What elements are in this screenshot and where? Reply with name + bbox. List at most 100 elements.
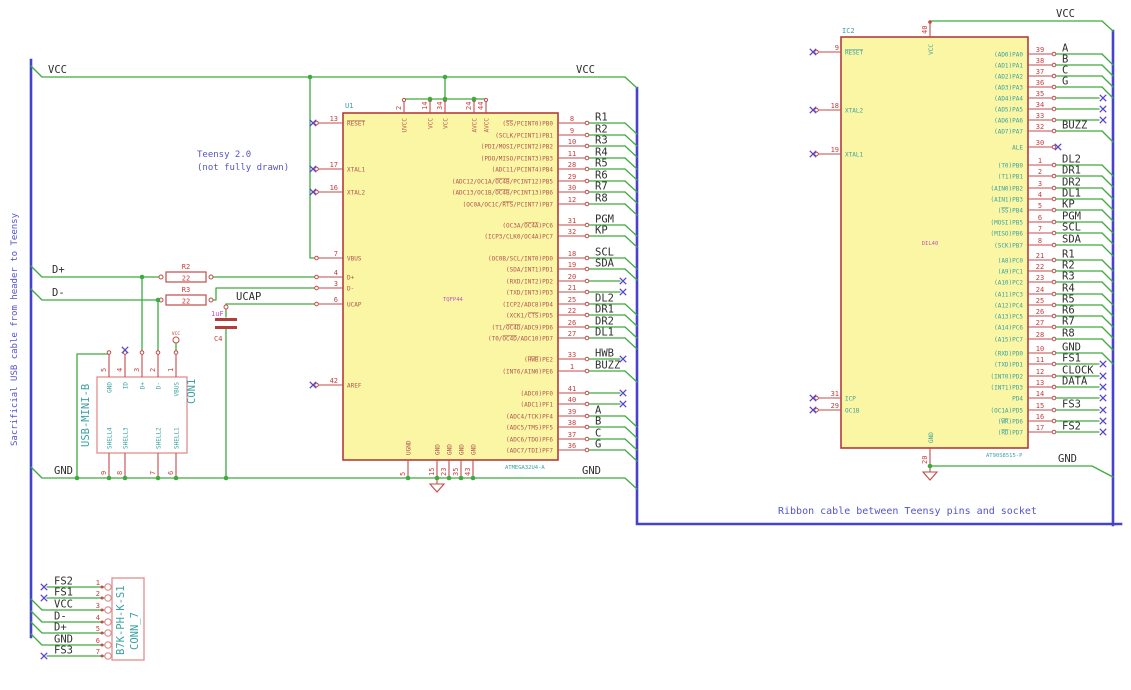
net-label[interactable]: FS3 [1062,399,1081,411]
net-label[interactable]: FS2 [1062,421,1081,433]
pin-end [1051,279,1057,285]
component-ref[interactable]: CON1 [186,379,198,404]
net-label[interactable]: GND [582,465,601,477]
bus-entry [1101,315,1114,328]
net-label[interactable]: KP [1062,199,1075,211]
net-label[interactable]: SCL [1062,222,1081,234]
pin-number: 3 [334,280,338,288]
net-label[interactable]: FS3 [54,645,73,657]
pin-name: RESET [347,121,365,128]
net-label[interactable]: R8 [1062,328,1075,340]
pin-number: 23 [1036,274,1044,282]
net-label[interactable]: FS1 [1062,353,1081,365]
pin-number: 3 [96,602,100,610]
pin-name: (RXD)PD0 [994,351,1023,358]
net-label[interactable]: SDA [1062,234,1082,246]
net-label[interactable]: DR1 [1062,165,1081,177]
net-label[interactable]: HWB [595,348,614,360]
bus-entry [624,168,638,181]
pin-name: (XCK1/CTS)PD5 [506,313,553,320]
bus-entry [1101,198,1114,211]
pin-name: (RD)PD7 [998,430,1024,437]
net-label[interactable]: G [595,439,601,451]
net-label[interactable]: R8 [595,193,608,205]
pin-name: GND [459,444,466,455]
pin-name: (T0)PB0 [998,163,1024,170]
pin-name: (ICP3/CLK0/OC4A)PC7 [484,234,553,241]
pin-end [584,368,590,374]
junction-dot [155,297,161,303]
net-label[interactable]: UCAP [236,291,261,303]
junction-dot [122,475,128,481]
net-label[interactable]: DR1 [595,304,614,316]
pin-number: 3 [1038,180,1042,188]
net-label[interactable]: D+ [52,264,65,276]
schematic-canvas: U1ATMEGA32U4-ATQFP4413RESET17XTAL116XTAL… [10,8,1123,661]
pin-number: 25 [1036,297,1044,305]
pin-name: (PDI/MOSI/PCINT2)PB2 [481,144,554,151]
junction-dot [74,475,80,481]
net-label[interactable]: DATA [1062,376,1088,388]
net-label[interactable]: B [595,416,601,428]
net-label[interactable]: D- [52,287,65,299]
net-label[interactable]: VCC [54,599,73,611]
pin-name: D+ [140,382,147,390]
net-label[interactable]: GND [1058,453,1077,465]
net-label[interactable]: FS1 [54,587,73,599]
pin-end [584,436,590,442]
pin-end [1051,196,1057,202]
net-label[interactable]: VCC [48,64,67,76]
no-connect-x-icon [1099,417,1107,425]
pin-number: 5 [399,472,407,476]
pin-number: 14 [421,102,429,110]
pin-end [104,629,112,637]
net-label[interactable]: KP [595,225,608,237]
pin-name: (ADC6/TDO)PF6 [506,437,553,444]
bus-entry [1101,270,1114,283]
components [96,20,1057,661]
component-value: ATMEGA32U4-A [505,465,545,471]
no-connect-x-icon [1099,116,1107,124]
pin-number: 2 [149,368,157,372]
pin-end [100,631,104,635]
pin-name: GND [107,382,114,393]
net-label[interactable]: R3 [595,135,608,147]
net-label[interactable]: R7 [1062,316,1075,328]
pin-name: SHELL3 [123,427,130,449]
net-label[interactable]: VCC [576,64,595,76]
net-label[interactable]: BUZZ [1062,120,1087,132]
pin-name: (PDO/MISO/PCINT3)PB3 [481,156,554,163]
pin-end [100,654,104,658]
pin-end [814,407,819,413]
net-label[interactable]: D+ [54,622,67,634]
bus-entry [624,326,638,339]
net-label[interactable]: SDA [595,258,615,270]
pin-number: 37 [1036,68,1044,76]
component-ref[interactable]: U1 [345,102,353,110]
pin-end [483,97,489,103]
net-label[interactable]: R3 [1062,271,1075,283]
pin-end [104,652,112,660]
bus-entry [624,337,638,350]
pin-number: 6 [334,296,338,304]
pin-name: VCC [928,44,935,55]
pin-end [104,594,112,602]
component-ref[interactable]: IC2 [842,27,855,35]
net-label[interactable]: G [1062,76,1068,88]
pin-number: 34 [436,102,444,110]
component-ref[interactable]: CONN_7 [129,612,141,650]
net-label[interactable]: DL1 [595,327,614,339]
no-connect-x-icon [619,277,627,285]
pin-name: (AD2)PA2 [994,74,1023,81]
pin-number: 37 [568,431,576,439]
net-label[interactable]: GND [54,465,73,477]
pin-name: UGND [406,440,413,455]
net-label[interactable]: R5 [595,158,608,170]
net-label[interactable]: VCC [1056,8,1075,20]
bus-entry [1101,338,1114,351]
net-label[interactable]: BUZZ [595,360,620,372]
pin-number: 4 [334,269,338,277]
net-label[interactable]: R1 [595,112,608,124]
pin-end [584,166,590,172]
net-label[interactable]: R7 [595,181,608,193]
